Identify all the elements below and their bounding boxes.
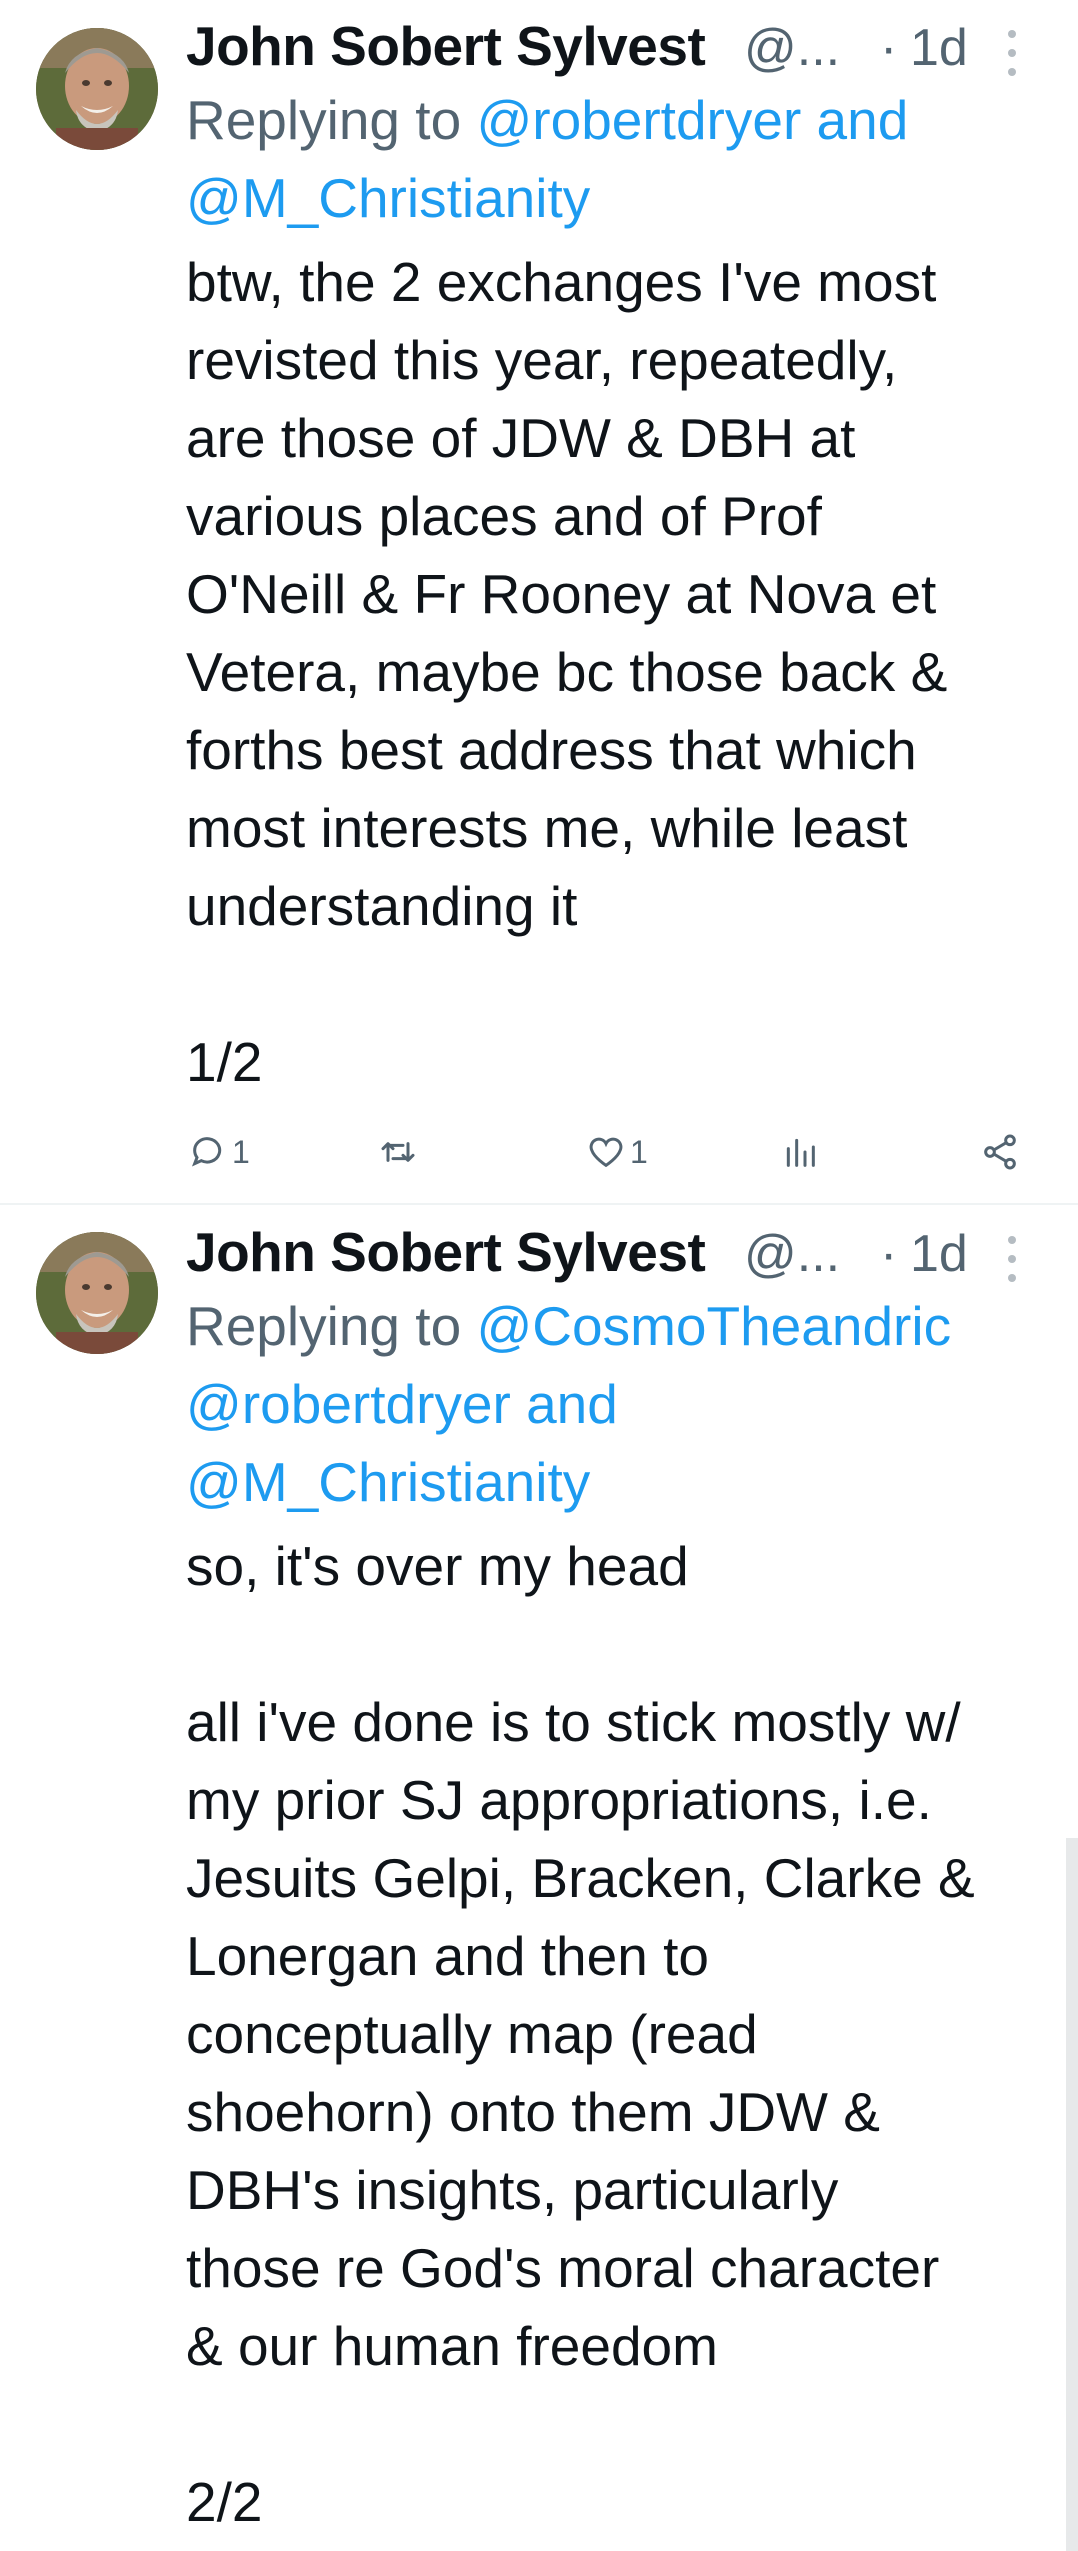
replying-to: Replying to @CosmoTheandric bbox=[186, 1294, 951, 1358]
like-count: 1 bbox=[630, 1133, 648, 1170]
avatar[interactable] bbox=[36, 1232, 158, 1354]
views-icon bbox=[786, 1138, 815, 1167]
tweet-text-line: so, it's over my head bbox=[186, 1535, 689, 1597]
separator-dot: · bbox=[880, 19, 898, 77]
reply-icon bbox=[191, 1137, 222, 1167]
replying-to: Replying to @robertdryer and bbox=[186, 88, 908, 152]
tweet-text-line: 2/2 bbox=[186, 2471, 263, 2533]
replying-prefix: Replying to bbox=[186, 89, 477, 151]
more-vertical-icon[interactable] bbox=[1002, 30, 1022, 78]
tweet-text-line: understanding it bbox=[186, 875, 578, 937]
tweet[interactable]: John Sobert Sylvest @... · 1d Replying t… bbox=[0, 0, 1078, 1204]
tweet-text-line: shoehorn) onto them JDW & bbox=[186, 2081, 880, 2143]
tweet-text-line: revisted this year, repeatedly, bbox=[186, 329, 898, 391]
tweet-text-line: O'Neill & Fr Rooney at Nova et bbox=[186, 563, 937, 625]
author-handle[interactable]: @... bbox=[744, 18, 840, 78]
views-button[interactable] bbox=[780, 1122, 820, 1182]
tweet-text-line: my prior SJ appropriations, i.e. bbox=[186, 1769, 932, 1831]
more-vertical-icon[interactable] bbox=[1002, 1236, 1022, 1284]
tweet-text-line: btw, the 2 exchanges I've most bbox=[186, 251, 937, 313]
reply-count: 1 bbox=[232, 1133, 250, 1170]
mention-link[interactable]: @robertdryer and bbox=[186, 1373, 618, 1435]
timestamp[interactable]: 1d bbox=[910, 1224, 968, 1284]
tweet-text-line: those re God's moral character bbox=[186, 2237, 940, 2299]
timestamp[interactable]: 1d bbox=[910, 18, 968, 78]
like-icon bbox=[589, 1137, 623, 1168]
tweet-text-line: 1/2 bbox=[186, 1031, 263, 1093]
tweet-text-line: all i've done is to stick mostly w/ bbox=[186, 1691, 961, 1753]
reply-button[interactable]: 1 bbox=[188, 1122, 250, 1182]
tweet-text-line: are those of JDW & DBH at bbox=[186, 407, 856, 469]
mention-link[interactable]: @M_Christianity bbox=[186, 1451, 590, 1513]
author-handle[interactable]: @... bbox=[744, 1224, 840, 1284]
tweet-text-line: & our human freedom bbox=[186, 2315, 718, 2377]
action-bar: 1 1 bbox=[0, 1122, 1078, 1182]
replying-prefix: Replying to bbox=[186, 1295, 477, 1357]
avatar[interactable] bbox=[36, 28, 158, 150]
mention-link[interactable]: @M_Christianity bbox=[186, 167, 590, 229]
mention-link[interactable]: @CosmoTheandric bbox=[476, 1295, 951, 1357]
tweet[interactable]: John Sobert Sylvest @... · 1d Replying t… bbox=[0, 1206, 1078, 2551]
tweet-text-line: Jesuits Gelpi, Bracken, Clarke & bbox=[186, 1847, 975, 1909]
tweet-divider bbox=[0, 1203, 1078, 1205]
tweet-text-line: Vetera, maybe bc those back & bbox=[186, 641, 948, 703]
mention-link[interactable]: @robertdryer and bbox=[476, 89, 908, 151]
tweet-text-line: forths best address that which bbox=[186, 719, 917, 781]
separator-dot: · bbox=[880, 1225, 898, 1283]
tweet-text-line: most interests me, while least bbox=[186, 797, 908, 859]
author-name[interactable]: John Sobert Sylvest bbox=[186, 14, 706, 78]
retweet-button[interactable] bbox=[378, 1122, 418, 1182]
scrollbar[interactable] bbox=[1066, 1838, 1078, 2551]
author-name[interactable]: John Sobert Sylvest bbox=[186, 1220, 706, 1284]
tweet-text-line: Lonergan and then to bbox=[186, 1925, 709, 1987]
retweet-icon bbox=[381, 1142, 415, 1162]
tweet-text-line: conceptually map (read bbox=[186, 2003, 758, 2065]
like-button[interactable]: 1 bbox=[586, 1122, 648, 1182]
tweet-text-line: DBH's insights, particularly bbox=[186, 2159, 839, 2221]
share-icon bbox=[984, 1134, 1016, 1170]
tweet-text-line: various places and of Prof bbox=[186, 485, 822, 547]
share-button[interactable] bbox=[980, 1122, 1020, 1182]
